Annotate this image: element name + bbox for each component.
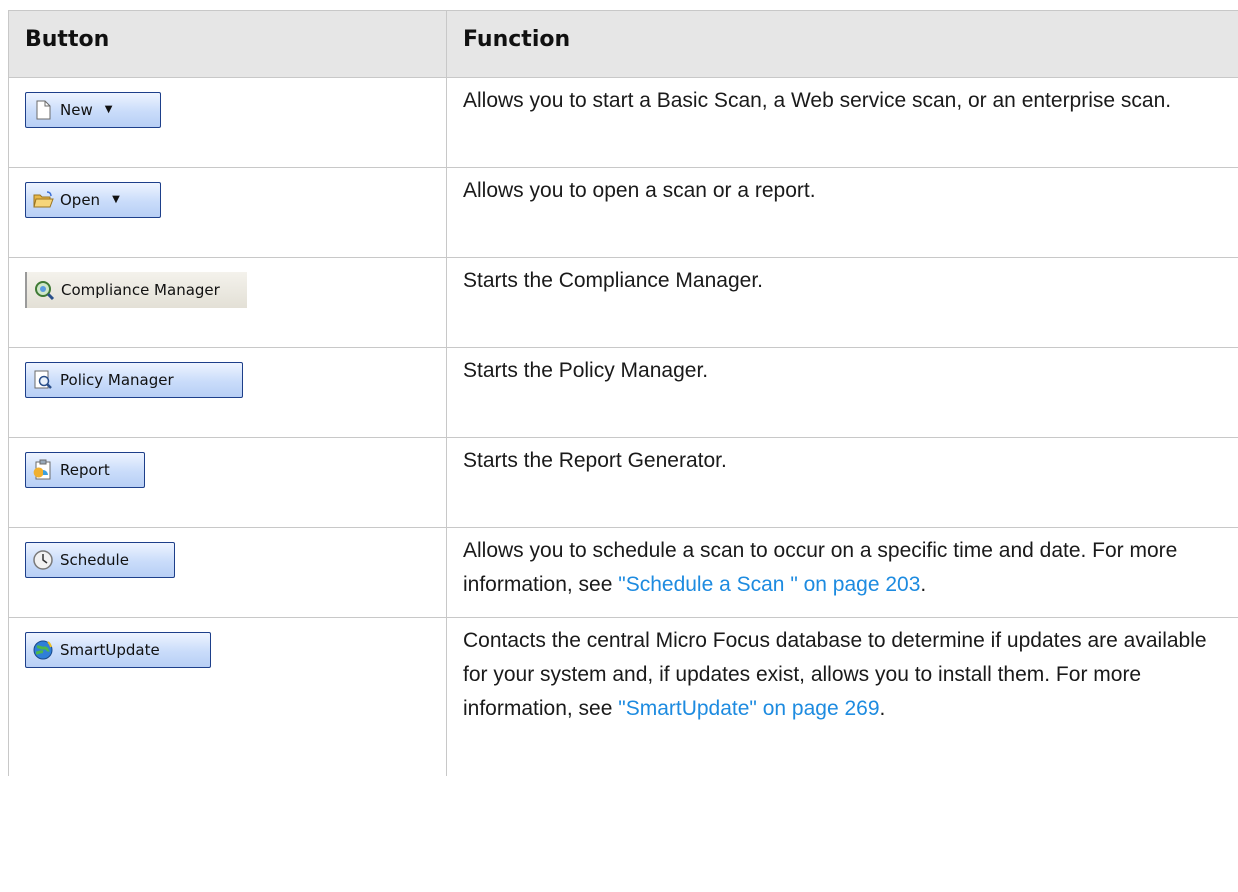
function-description: Allows you to start a Basic Scan, a Web … <box>446 77 1238 168</box>
report-button-label: Report <box>60 461 110 479</box>
function-text-end: . <box>920 573 927 596</box>
schedule-a-scan-link[interactable]: "Schedule a Scan " on page 203 <box>618 573 920 596</box>
smartupdate-link[interactable]: "SmartUpdate" on page 269 <box>618 697 879 720</box>
policy-manager-label: Policy Manager <box>60 371 174 389</box>
table-row: New ▼ Allows you to start a Basic Scan, … <box>8 77 1238 168</box>
chevron-down-icon[interactable]: ▼ <box>105 93 113 127</box>
clock-icon <box>33 550 53 570</box>
globe-update-icon <box>33 640 53 660</box>
folder-open-icon <box>33 191 54 208</box>
function-description: Allows you to open a scan or a report. <box>446 167 1238 258</box>
schedule-button-label: Schedule <box>60 551 129 569</box>
button-column-header: Button <box>8 10 447 78</box>
button-function-table: Button Function New ▼ Allows you to star… <box>8 10 1238 776</box>
open-button-label: Open <box>60 191 101 209</box>
open-button[interactable]: Open ▼ <box>25 182 161 218</box>
document-icon <box>36 100 51 120</box>
table-row: Schedule Allows you to schedule a scan t… <box>8 527 1238 618</box>
policy-magnifier-icon <box>34 370 52 389</box>
function-description: Starts the Policy Manager. <box>446 347 1238 438</box>
smartupdate-button-label: SmartUpdate <box>60 641 160 659</box>
schedule-button[interactable]: Schedule <box>25 542 175 578</box>
compliance-magnifier-icon <box>35 281 55 301</box>
table-row: Report Starts the Report Generator. <box>8 437 1238 528</box>
table-row: SmartUpdate Contacts the central Micro F… <box>8 617 1238 776</box>
report-clipboard-icon <box>33 459 51 480</box>
table-row: Open ▼ Allows you to open a scan or a re… <box>8 167 1238 258</box>
function-description: Contacts the central Micro Focus databas… <box>446 617 1238 776</box>
compliance-manager-label: Compliance Manager <box>61 281 220 299</box>
smartupdate-button[interactable]: SmartUpdate <box>25 632 211 668</box>
function-description: Allows you to schedule a scan to occur o… <box>446 527 1238 618</box>
new-button[interactable]: New ▼ <box>25 92 161 128</box>
table-row: Policy Manager Starts the Policy Manager… <box>8 347 1238 438</box>
chevron-down-icon[interactable]: ▼ <box>112 183 120 217</box>
new-button-label: New <box>60 101 93 119</box>
report-button[interactable]: Report <box>25 452 145 488</box>
table-header-row: Button Function <box>8 10 1238 78</box>
function-text-end: . <box>879 697 886 720</box>
compliance-manager-button[interactable]: Compliance Manager <box>25 272 247 308</box>
function-description: Starts the Compliance Manager. <box>446 257 1238 348</box>
policy-manager-button[interactable]: Policy Manager <box>25 362 243 398</box>
function-column-header: Function <box>446 10 1238 78</box>
function-description: Starts the Report Generator. <box>446 437 1238 528</box>
table-row: Compliance Manager Starts the Compliance… <box>8 257 1238 348</box>
